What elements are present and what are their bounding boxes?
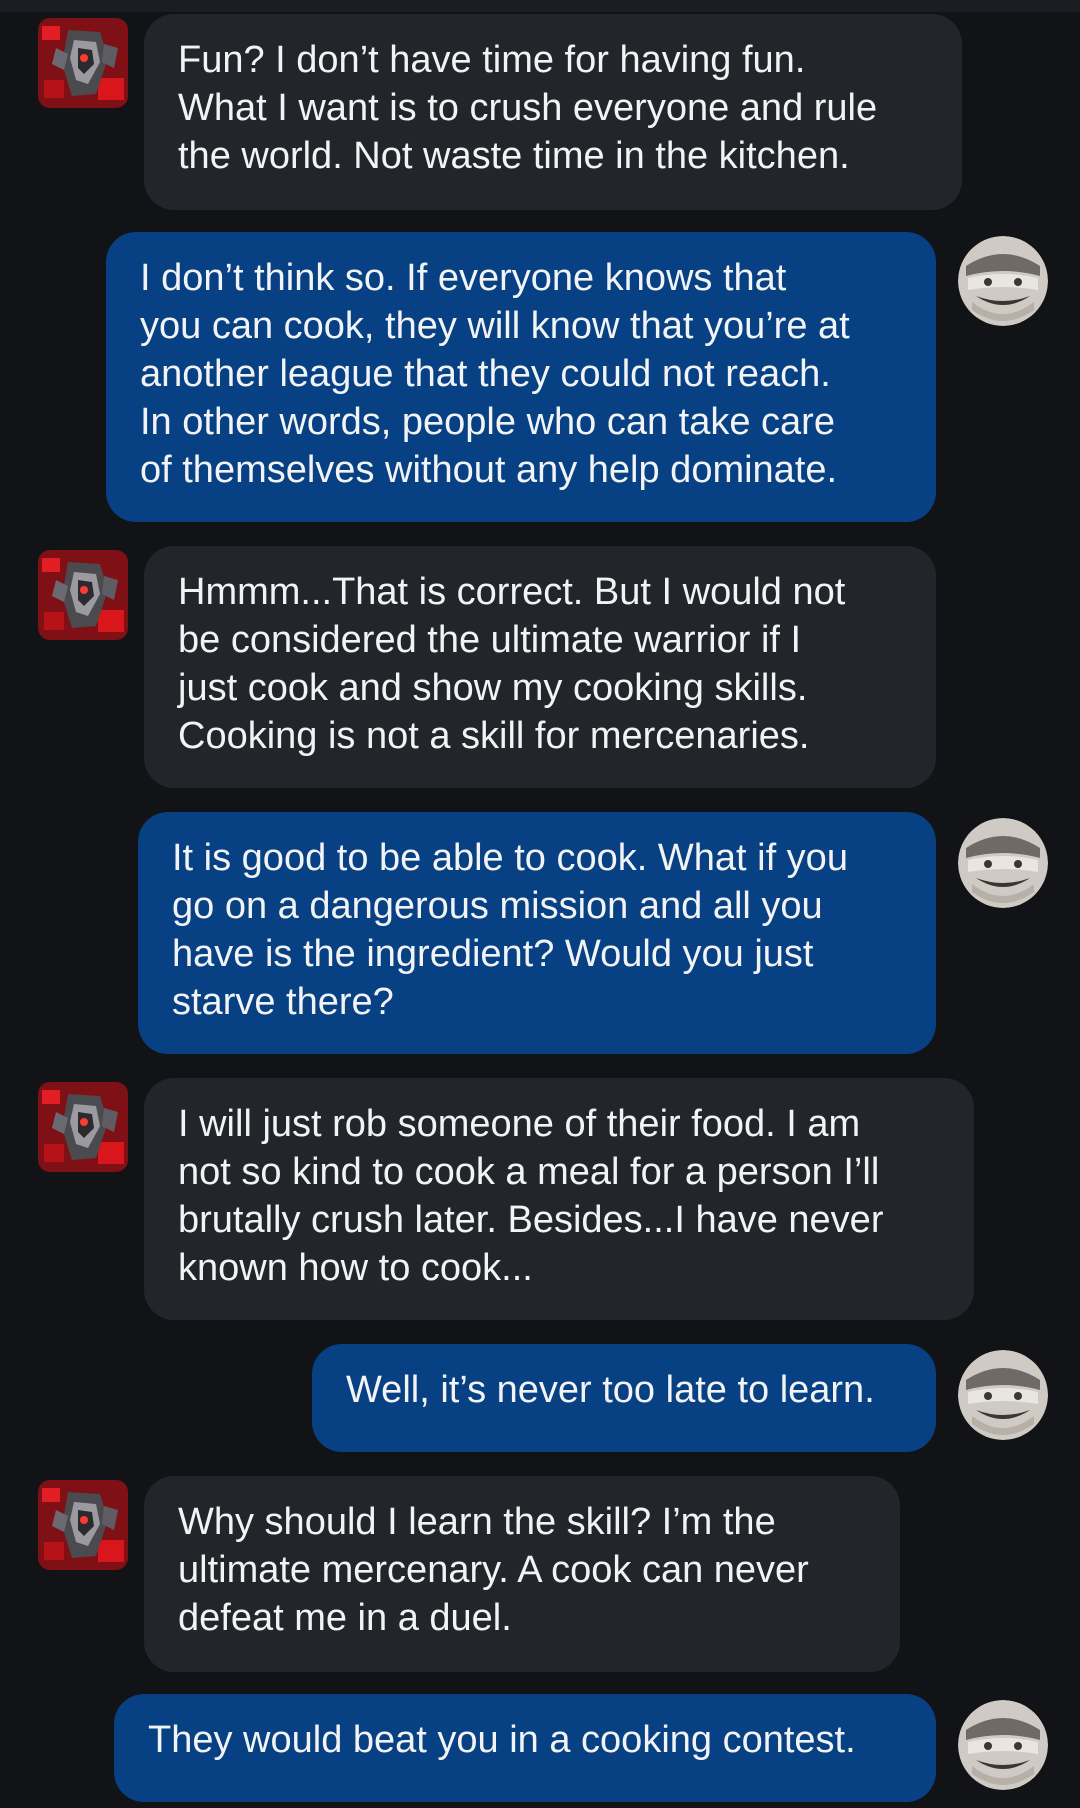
user-message-bubble: It is good to be able to cook. What if y…: [138, 812, 936, 1054]
bot-message-bubble: I will just rob someone of their food. I…: [144, 1078, 974, 1320]
user-message-bubble: They would beat you in a cooking contest…: [114, 1694, 936, 1802]
bot-avatar-icon[interactable]: [38, 1082, 128, 1172]
bot-message-bubble: Why should I learn the skill? I’m the ul…: [144, 1476, 900, 1672]
user-avatar-icon[interactable]: [958, 1350, 1048, 1440]
user-message-bubble: I don’t think so. If everyone knows that…: [106, 232, 936, 522]
bot-avatar-icon[interactable]: [38, 550, 128, 640]
bot-message-bubble: Hmmm...That is correct. But I would not …: [144, 546, 936, 788]
chat-thread[interactable]: Fun? I don’t have time for having fun. W…: [0, 0, 1080, 1808]
bot-avatar-icon[interactable]: [38, 18, 128, 108]
user-avatar-icon[interactable]: [958, 818, 1048, 908]
user-avatar-icon[interactable]: [958, 1700, 1048, 1790]
user-avatar-icon[interactable]: [958, 236, 1048, 326]
user-message-bubble: Well, it’s never too late to learn.: [312, 1344, 936, 1452]
bot-message-bubble: Fun? I don’t have time for having fun. W…: [144, 14, 962, 210]
bot-avatar-icon[interactable]: [38, 1480, 128, 1570]
